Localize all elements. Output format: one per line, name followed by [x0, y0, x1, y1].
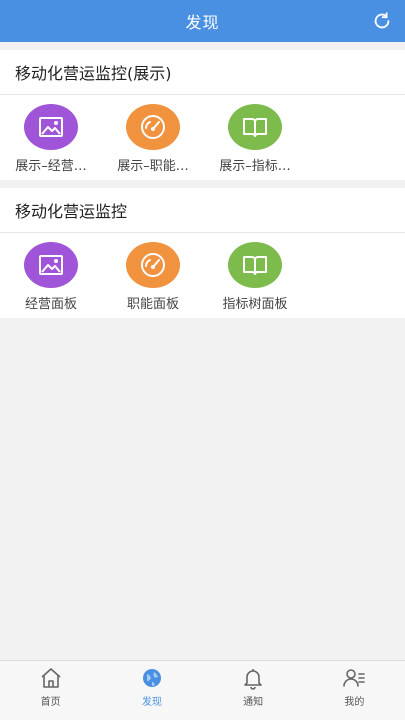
globe-icon — [140, 666, 164, 690]
app-item-function-panel[interactable]: 职能面板 — [102, 242, 204, 312]
tab-label: 首页 — [40, 697, 61, 708]
tab-label: 通知 — [243, 697, 264, 708]
top-nav-bar: 发现 — [0, 0, 405, 42]
tab-label: 我的 — [344, 697, 365, 708]
tab-label: 发现 — [141, 697, 162, 708]
image-icon — [24, 104, 78, 150]
app-item-label: 职能面板 — [126, 297, 179, 312]
page-title: 发现 — [185, 13, 220, 32]
app-item-demo-function[interactable]: 展示–职能… — [102, 104, 204, 174]
app-item-demo-index[interactable]: 展示–指标… — [204, 104, 306, 174]
bottom-tab-bar: 首页 发现 通知 我的 — [0, 660, 405, 720]
section-monitor: 移动化营运监控 经营面板 职能面板 指标树面板 — [0, 188, 405, 318]
app-item-business-panel[interactable]: 经营面板 — [0, 242, 102, 312]
section-monitor-demo: 移动化营运监控(展示) 展示–经营… 展示–职能… 展示–指标… — [0, 50, 405, 180]
app-grid: 展示–经营… 展示–职能… 展示–指标… — [0, 95, 405, 174]
app-item-label: 展示–指标… — [219, 159, 291, 174]
app-item-label: 经营面板 — [24, 297, 77, 312]
app-item-label: 指标树面板 — [222, 297, 288, 312]
app-item-demo-business[interactable]: 展示–经营… — [0, 104, 102, 174]
app-item-index-tree-panel[interactable]: 指标树面板 — [204, 242, 306, 312]
app-item-label: 展示–经营… — [15, 159, 87, 174]
book-icon — [228, 104, 282, 150]
tab-profile[interactable]: 我的 — [304, 661, 405, 720]
book-icon — [228, 242, 282, 288]
app-item-label: 展示–职能… — [117, 159, 189, 174]
home-icon — [39, 666, 63, 690]
tab-notifications[interactable]: 通知 — [203, 661, 304, 720]
image-icon — [24, 242, 78, 288]
refresh-icon[interactable] — [371, 10, 393, 32]
section-title: 移动化营运监控(展示) — [0, 50, 405, 95]
user-icon — [342, 666, 366, 690]
gauge-icon — [126, 104, 180, 150]
bell-icon — [241, 666, 265, 690]
gauge-icon — [126, 242, 180, 288]
tab-home[interactable]: 首页 — [0, 661, 101, 720]
app-grid: 经营面板 职能面板 指标树面板 — [0, 233, 405, 312]
tab-discover[interactable]: 发现 — [101, 661, 202, 720]
section-title: 移动化营运监控 — [0, 188, 405, 233]
